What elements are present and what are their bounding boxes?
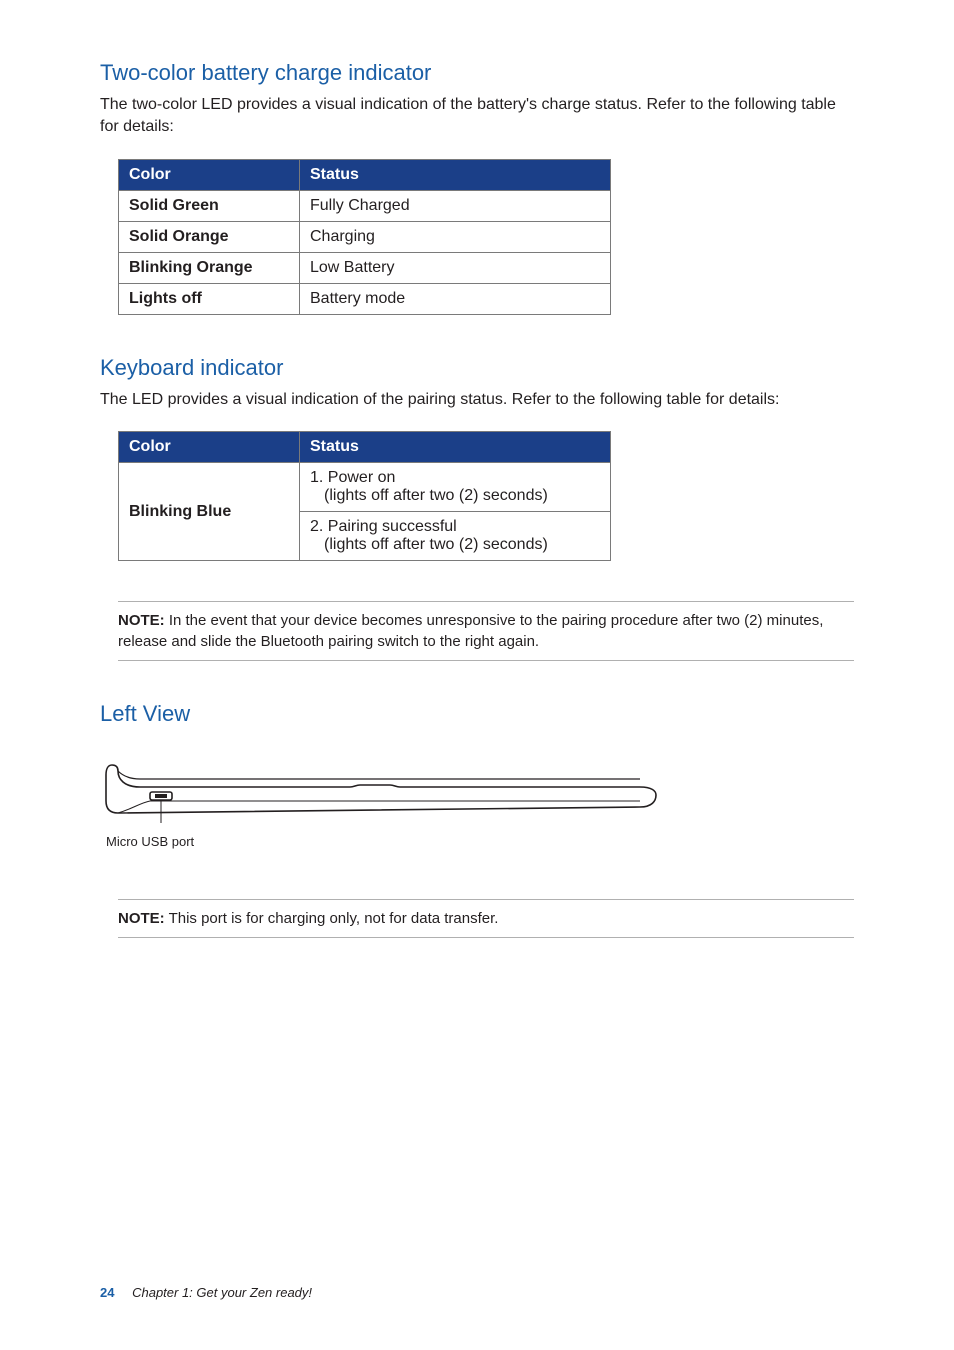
device-side-icon — [100, 757, 660, 827]
cell-status: Fully Charged — [300, 190, 611, 221]
cell-status: Low Battery — [300, 252, 611, 283]
note-text: This port is for charging only, not for … — [165, 910, 499, 927]
table-row: Color Status — [119, 159, 611, 190]
cell-color: Solid Orange — [119, 221, 300, 252]
header-status: Status — [300, 159, 611, 190]
page-number: 24 — [100, 1285, 114, 1300]
note-text: In the event that your device becomes un… — [118, 612, 823, 650]
left-view-diagram: Micro USB port — [100, 757, 854, 849]
table-row: Blinking Orange Low Battery — [119, 252, 611, 283]
note-label: NOTE: — [118, 910, 165, 927]
cell-color: Solid Green — [119, 190, 300, 221]
status-line: 1. Power on — [310, 469, 395, 486]
table-keyboard-indicator: Color Status Blinking Blue 1. Power on (… — [118, 431, 611, 561]
header-color: Color — [119, 432, 300, 463]
heading-battery-indicator: Two-color battery charge indicator — [100, 60, 854, 86]
heading-keyboard-indicator: Keyboard indicator — [100, 355, 854, 381]
table-row: Blinking Blue 1. Power on (lights off af… — [119, 463, 611, 512]
cell-status: Battery mode — [300, 283, 611, 314]
status-line: 2. Pairing successful — [310, 518, 457, 535]
cell-status: 1. Power on (lights off after two (2) se… — [300, 463, 611, 512]
cell-color: Blinking Blue — [119, 463, 300, 561]
chapter-title: Chapter 1: Get your Zen ready! — [132, 1285, 312, 1300]
table-row: Solid Green Fully Charged — [119, 190, 611, 221]
note-label: NOTE: — [118, 612, 165, 629]
status-line: (lights off after two (2) seconds) — [310, 536, 600, 554]
header-status: Status — [300, 432, 611, 463]
heading-left-view: Left View — [100, 701, 854, 727]
table-battery-indicator: Color Status Solid Green Fully Charged S… — [118, 159, 611, 315]
cell-status: 2. Pairing successful (lights off after … — [300, 512, 611, 561]
cell-color: Lights off — [119, 283, 300, 314]
table-row: Color Status — [119, 432, 611, 463]
note-pairing: NOTE: In the event that your device beco… — [118, 601, 854, 661]
header-color: Color — [119, 159, 300, 190]
usb-port-label: Micro USB port — [106, 834, 854, 849]
cell-status: Charging — [300, 221, 611, 252]
intro-keyboard-indicator: The LED provides a visual indication of … — [100, 389, 854, 411]
status-line: (lights off after two (2) seconds) — [310, 487, 600, 505]
table-row: Lights off Battery mode — [119, 283, 611, 314]
cell-color: Blinking Orange — [119, 252, 300, 283]
note-usb-port: NOTE: This port is for charging only, no… — [118, 899, 854, 938]
intro-battery-indicator: The two-color LED provides a visual indi… — [100, 94, 854, 139]
page-footer: 24 Chapter 1: Get your Zen ready! — [100, 1285, 312, 1300]
table-row: Solid Orange Charging — [119, 221, 611, 252]
